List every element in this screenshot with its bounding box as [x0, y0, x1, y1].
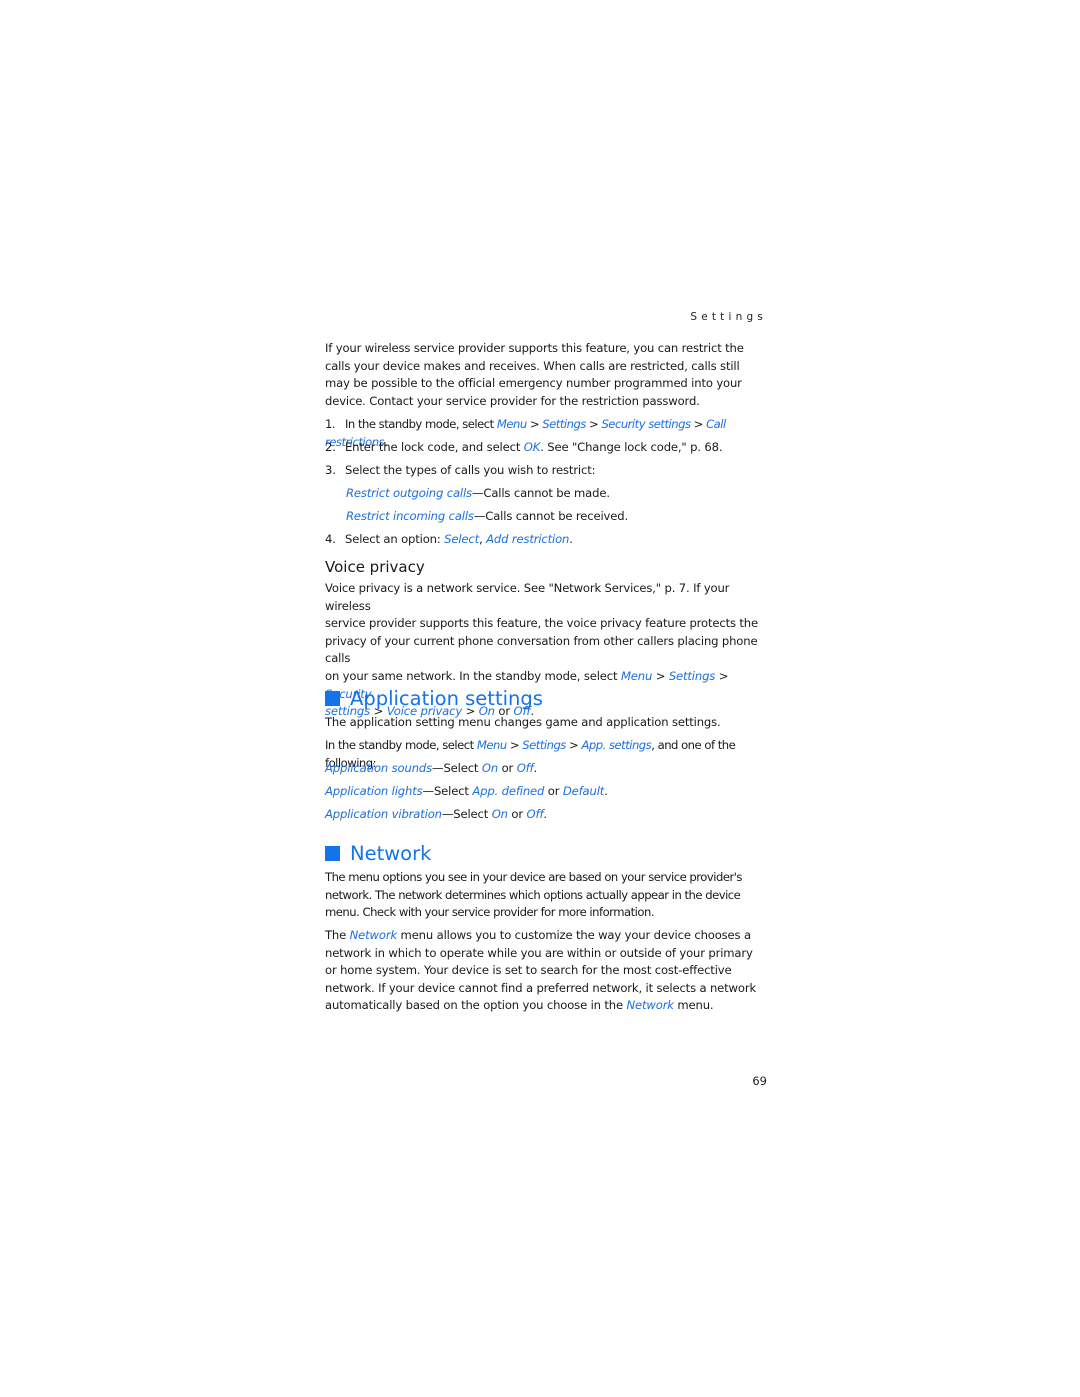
option-description: —Calls cannot be made.: [471, 486, 610, 500]
text: or: [544, 784, 563, 798]
step-4: 4. Select an option: Select, Add restrict…: [325, 531, 767, 549]
link-add-restriction[interactable]: Add restriction: [486, 532, 569, 546]
step-text: Select an option:: [345, 532, 445, 546]
app-settings-description: The application setting menu changes gam…: [325, 715, 721, 729]
link-app-settings[interactable]: App. settings: [581, 738, 651, 752]
text: on your same network. In the standby mod…: [325, 668, 621, 683]
app-option-vibration: Application vibration—Select On or Off.: [325, 806, 767, 824]
link-select[interactable]: Select: [444, 532, 479, 546]
link-ok[interactable]: OK: [524, 440, 541, 454]
step-number: 2.: [325, 440, 336, 454]
page-number: 69: [752, 1074, 767, 1088]
text: The: [325, 928, 350, 942]
link-restrict-incoming-calls[interactable]: Restrict incoming calls: [346, 509, 474, 523]
link-app-defined[interactable]: App. defined: [472, 784, 544, 798]
link-off[interactable]: Off: [517, 761, 534, 775]
punctuation: .: [543, 807, 547, 821]
separator: >: [690, 417, 707, 431]
text: —Select: [432, 761, 482, 775]
link-restrict-outgoing-calls[interactable]: Restrict outgoing calls: [346, 486, 472, 500]
section-square-icon: [325, 691, 340, 706]
separator: >: [526, 417, 543, 431]
running-head: Settings: [690, 311, 767, 323]
link-network[interactable]: Network: [350, 928, 398, 942]
network-heading: Network: [325, 842, 431, 865]
link-settings[interactable]: Settings: [522, 738, 566, 752]
network-paragraph-1: The menu options you see in your device …: [325, 870, 742, 920]
link-off[interactable]: Off: [527, 807, 544, 821]
section-square-icon: [325, 846, 340, 861]
separator: >: [715, 668, 729, 683]
link-application-lights[interactable]: Application lights: [325, 784, 423, 798]
step-number: 1.: [325, 417, 336, 431]
step-text: Enter the lock code, and select: [345, 440, 524, 454]
option-description: —Calls cannot be received.: [473, 509, 628, 523]
network-paragraph-2: The Network menu allows you to customize…: [325, 927, 767, 1015]
separator: >: [565, 738, 582, 752]
step-text: . See "Change lock code," p. 68.: [540, 440, 723, 454]
intro-paragraph: If your wireless service provider suppor…: [325, 341, 744, 408]
link-menu[interactable]: Menu: [497, 417, 527, 431]
text: privacy of your current phone conversati…: [325, 633, 758, 666]
text: In the standby mode, select: [325, 738, 477, 752]
app-option-sounds: Application sounds—Select On or Off.: [325, 760, 767, 778]
link-default[interactable]: Default: [563, 784, 604, 798]
link-application-sounds[interactable]: Application sounds: [325, 761, 432, 775]
heading-text: Application settings: [350, 687, 543, 710]
text: —Select: [422, 784, 473, 798]
link-security-settings[interactable]: Security settings: [601, 417, 691, 431]
step-3: 3. Select the types of calls you wish to …: [325, 462, 767, 480]
text: or: [498, 761, 517, 775]
link-menu[interactable]: Menu: [477, 738, 507, 752]
option-restrict-incoming: Restrict incoming calls—Calls cannot be …: [325, 508, 788, 526]
text: service provider supports this feature, …: [325, 616, 758, 631]
step-text: Select the types of calls you wish to re…: [345, 463, 596, 477]
step-text: In the standby mode, select: [345, 417, 497, 431]
link-menu[interactable]: Menu: [621, 669, 652, 683]
step-2: 2. Enter the lock code, and select OK. Se…: [325, 439, 767, 457]
punctuation: .: [533, 761, 538, 775]
heading-text: Network: [350, 842, 432, 865]
link-on[interactable]: On: [482, 761, 498, 775]
punctuation: .: [604, 784, 608, 798]
text: —Select: [441, 807, 492, 821]
separator: >: [652, 668, 669, 683]
link-settings[interactable]: Settings: [542, 417, 586, 431]
step-number: 4.: [325, 532, 336, 546]
step-number: 3.: [325, 463, 336, 477]
application-settings-heading: Application settings: [325, 687, 543, 710]
app-option-lights: Application lights—Select App. defined o…: [325, 783, 767, 801]
punctuation: .: [569, 532, 573, 546]
link-settings[interactable]: Settings: [669, 669, 716, 683]
link-application-vibration[interactable]: Application vibration: [325, 807, 442, 821]
text: Voice privacy is a network service. See …: [325, 581, 730, 613]
separator: >: [585, 417, 602, 431]
voice-privacy-heading: Voice privacy: [325, 558, 425, 576]
link-on[interactable]: On: [492, 807, 508, 821]
text: menu.: [673, 998, 714, 1013]
separator: >: [506, 738, 523, 752]
link-network[interactable]: Network: [627, 998, 675, 1012]
text: or: [507, 807, 527, 821]
option-restrict-outgoing: Restrict outgoing calls—Calls cannot be …: [325, 485, 788, 503]
